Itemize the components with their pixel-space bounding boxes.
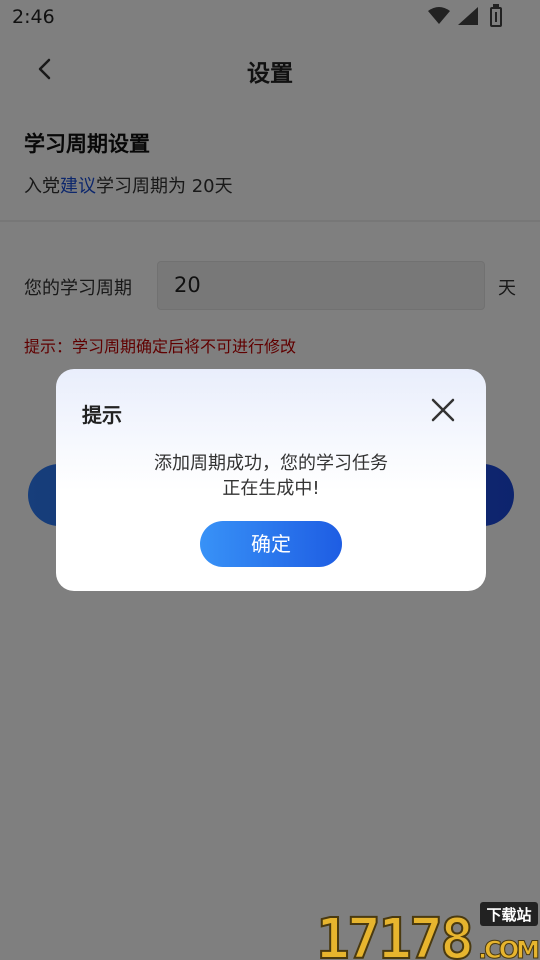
watermark-text: 17178 xyxy=(316,907,474,960)
dialog-message: 添加周期成功，您的学习任务 正在生成中! xyxy=(56,451,486,501)
close-icon[interactable] xyxy=(428,395,458,425)
dialog-message-line2: 正在生成中! xyxy=(222,478,320,499)
confirm-button[interactable]: 确定 xyxy=(200,521,342,567)
dialog-title: 提示 xyxy=(82,403,122,427)
dialog-message-line1: 添加周期成功，您的学习任务 xyxy=(154,453,388,474)
success-dialog: 提示 添加周期成功，您的学习任务 正在生成中! 确定 xyxy=(56,369,486,591)
watermark-sub: .COM xyxy=(478,936,540,960)
watermark-tag: 下载站 xyxy=(486,906,531,924)
watermark-logo: 下载站 17178 .COM xyxy=(316,902,540,960)
